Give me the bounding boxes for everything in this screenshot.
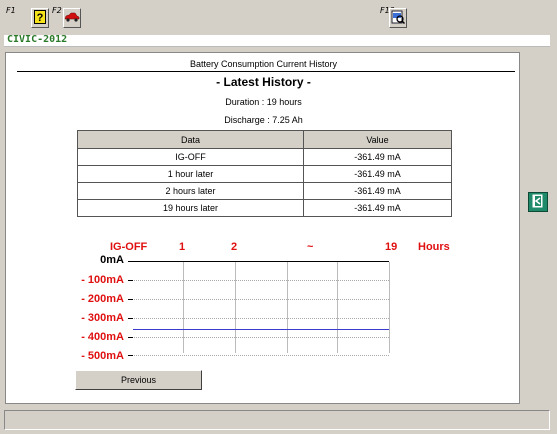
row-value: -361.49 mA xyxy=(303,148,452,166)
header-data: Data xyxy=(77,130,304,149)
row-label: IG-OFF xyxy=(77,148,304,166)
grid-line-horizontal xyxy=(134,280,389,281)
y-tick-label: 0mA xyxy=(100,254,124,266)
grid-line-horizontal xyxy=(134,318,389,319)
current-series-line xyxy=(133,329,389,330)
grid-line-vertical xyxy=(389,262,390,353)
table-row: 1 hour later -361.49 mA xyxy=(77,165,452,183)
y-tick-label: - 400mA xyxy=(81,331,124,343)
y-axis-tick xyxy=(128,355,133,356)
y-tick-label: - 100mA xyxy=(81,274,124,286)
duration-text: Duration : 19 hours xyxy=(225,97,302,107)
table-row: IG-OFF -361.49 mA xyxy=(77,148,452,166)
title-divider xyxy=(17,71,515,72)
grid-line-horizontal xyxy=(134,337,389,338)
svg-text:?: ? xyxy=(37,12,44,24)
toolbar: F1 ? F2 F12 xyxy=(0,0,557,34)
y-tick-label: - 300mA xyxy=(81,312,124,324)
header-value: Value xyxy=(303,130,452,149)
status-bar xyxy=(4,410,550,430)
vehicle-model-bar: CIVIC-2012 xyxy=(4,34,550,47)
vehicle-model: CIVIC-2012 xyxy=(7,34,68,45)
x-tick-label: ~ xyxy=(307,241,314,253)
x-unit-label: Hours xyxy=(418,241,450,253)
row-label: 1 hour later xyxy=(77,165,304,183)
grid-line-vertical xyxy=(287,262,288,353)
previous-button[interactable]: Previous xyxy=(75,370,202,390)
x-tick-label: IG-OFF xyxy=(110,241,148,253)
table-row: 19 hours later -361.49 mA xyxy=(77,199,452,217)
grid-line-horizontal xyxy=(134,299,389,300)
print-preview-icon xyxy=(391,10,406,27)
x-tick-label: 2 xyxy=(231,241,238,253)
zero-axis-line xyxy=(128,261,389,262)
y-axis-tick xyxy=(128,280,133,281)
f2-vehicle-button[interactable] xyxy=(63,8,81,28)
exit-door-icon xyxy=(531,194,545,211)
y-axis-tick xyxy=(128,318,133,319)
x-tick-label: 1 xyxy=(179,241,186,253)
y-tick-label: - 200mA xyxy=(81,293,124,305)
grid-line-vertical xyxy=(337,262,338,353)
f2-key-label: F2 xyxy=(52,6,62,15)
car-icon xyxy=(64,12,80,25)
discharge-text: Discharge : 7.25 Ah xyxy=(224,115,303,125)
row-value: -361.49 mA xyxy=(303,182,452,200)
y-tick-label: - 500mA xyxy=(81,350,124,362)
history-title: - Latest History - xyxy=(216,75,311,89)
x-tick-label: 19 xyxy=(385,241,398,253)
grid-line-horizontal xyxy=(134,355,389,356)
row-label: 19 hours later xyxy=(77,199,304,217)
row-value: -361.49 mA xyxy=(303,165,452,183)
history-table: Data Value IG-OFF -361.49 mA 1 hour late… xyxy=(77,130,452,217)
f1-key-label: F1 xyxy=(6,6,16,15)
row-label: 2 hours later xyxy=(77,182,304,200)
grid-line-vertical xyxy=(235,262,236,353)
y-axis-tick xyxy=(128,299,133,300)
report-title: Battery Consumption Current History xyxy=(189,59,338,69)
help-question-icon: ? xyxy=(34,9,46,27)
row-value: -361.49 mA xyxy=(303,199,452,217)
table-row: 2 hours later -361.49 mA xyxy=(77,182,452,200)
exit-button[interactable] xyxy=(528,192,548,212)
f1-help-button[interactable]: ? xyxy=(31,8,49,28)
y-axis-tick xyxy=(128,337,133,338)
f12-print-button[interactable] xyxy=(389,8,407,28)
grid-line-vertical xyxy=(183,262,184,353)
